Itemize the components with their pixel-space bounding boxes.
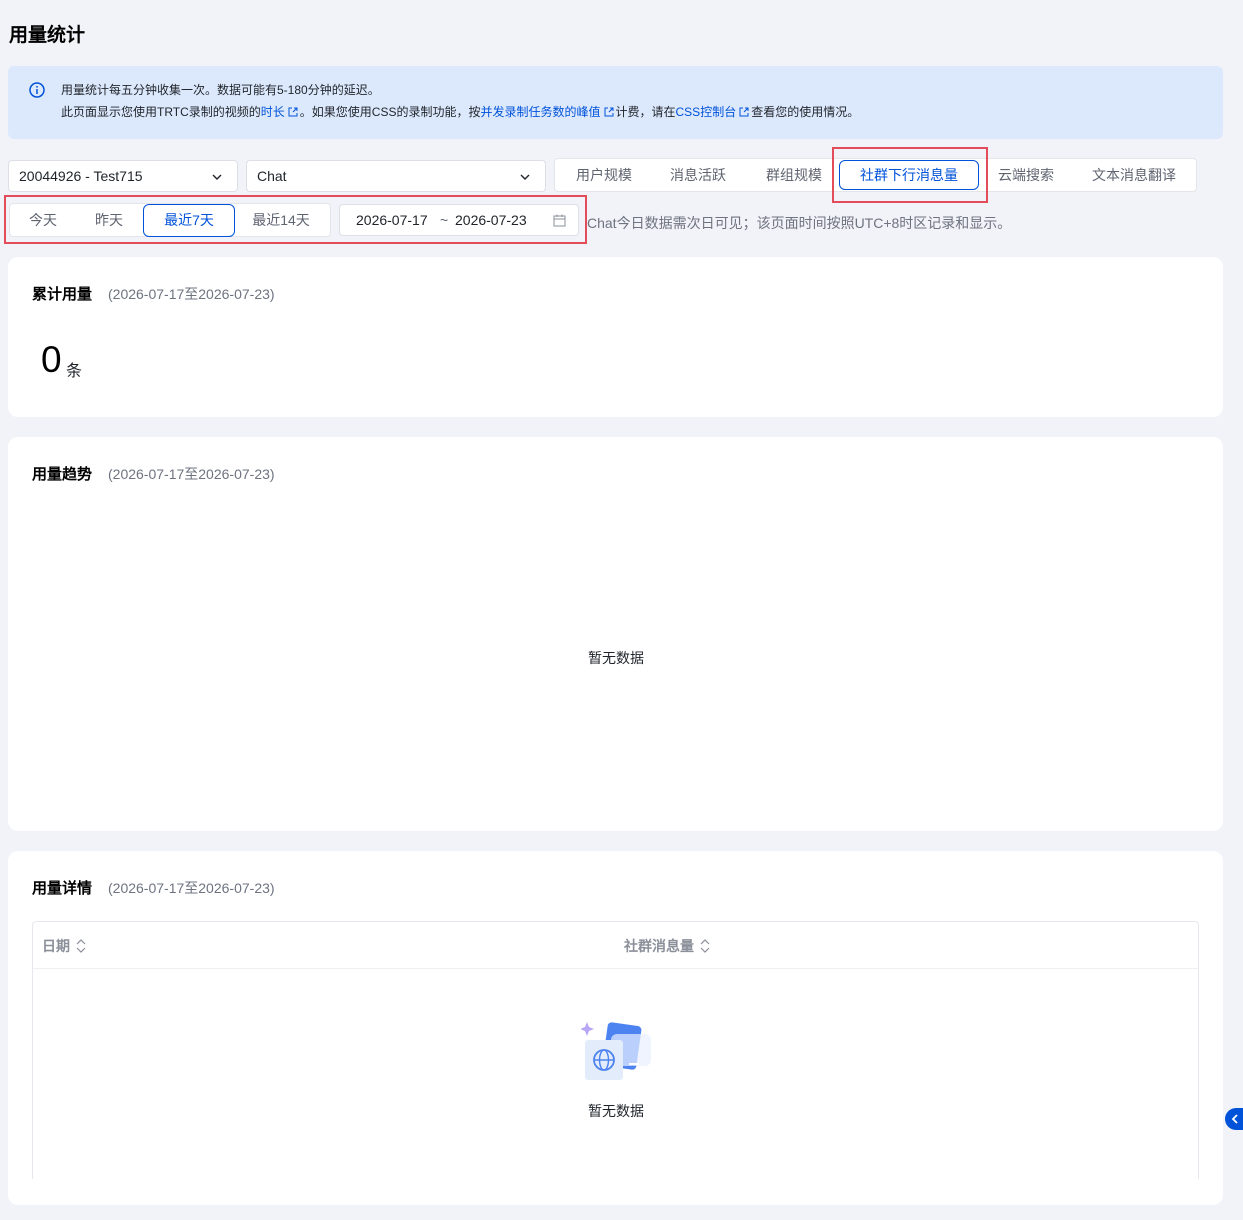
product-select-value: Chat <box>257 168 287 184</box>
external-link-icon <box>604 107 613 117</box>
column-label: 日期 <box>42 938 70 954</box>
range-yesterday[interactable]: 昨天 <box>76 204 142 236</box>
info-icon <box>29 82 45 98</box>
total-unit: 条 <box>66 363 83 380</box>
notice-line-1: 用量统计每五分钟收集一次。数据可能有5-180分钟的延迟。 <box>61 83 380 97</box>
total-usage-card: 累计用量 (2026-07-17至2026-07-23) 0 条 <box>8 257 1223 417</box>
range-last-14-days[interactable]: 最近14天 <box>238 204 324 236</box>
app-select[interactable]: 20044926 - Test715 <box>8 160 238 192</box>
page-title: 用量统计 <box>9 25 86 46</box>
app-select-value: 20044926 - Test715 <box>19 168 143 184</box>
tab-cloud-search[interactable]: 云端搜索 <box>987 159 1065 191</box>
empty-state-text: 暂无数据 <box>588 650 644 666</box>
css-console-link[interactable]: CSS控制台 <box>676 105 737 119</box>
empty-state-text: 暂无数据 <box>588 1103 644 1119</box>
duration-link[interactable]: 时长 <box>261 105 285 119</box>
tab-message-activity[interactable]: 消息活跃 <box>659 159 737 191</box>
range-last-7-days[interactable]: 最近7天 <box>143 204 235 237</box>
metric-tabs: 用户规模 消息活跃 群组规模 社群下行消息量 云端搜索 文本消息翻译 <box>554 158 1197 192</box>
product-select[interactable]: Chat <box>246 160 546 192</box>
usage-detail-card: 用量详情 (2026-07-17至2026-07-23) 日期 社群消息量 暂无… <box>8 851 1223 1205</box>
total-value: 0 <box>41 339 62 380</box>
range-tabs: 今天 昨天 最近7天 最近14天 <box>9 203 331 237</box>
external-link-icon <box>288 107 298 117</box>
tab-community-downstream[interactable]: 社群下行消息量 <box>839 160 979 190</box>
date-separator: ~ <box>440 212 449 228</box>
tab-text-translation[interactable]: 文本消息翻译 <box>1081 159 1187 191</box>
empty-data-illustration-icon <box>581 1022 651 1080</box>
calendar-icon <box>553 214 566 227</box>
sidebar-collapse-button[interactable] <box>1225 1108 1243 1130</box>
tab-group-scale[interactable]: 群组规模 <box>755 159 833 191</box>
card-title: 累计用量 <box>32 286 93 303</box>
column-date[interactable]: 日期 <box>42 936 86 956</box>
column-community-messages[interactable]: 社群消息量 <box>624 936 710 956</box>
timezone-note: Chat今日数据需次日可见；该页面时间按照UTC+8时区记录和显示。 <box>587 215 1012 231</box>
column-label: 社群消息量 <box>624 938 694 954</box>
range-today[interactable]: 今天 <box>10 204 76 236</box>
notice-text: 查看您的使用情况。 <box>751 105 860 119</box>
chevron-down-icon <box>520 174 530 180</box>
notice-text: 此页面显示您使用TRTC录制的视频的 <box>61 105 261 119</box>
card-date-range: (2026-07-17至2026-07-23) <box>108 286 275 302</box>
chevron-down-icon <box>212 174 222 180</box>
card-date-range: (2026-07-17至2026-07-23) <box>108 880 275 896</box>
card-title: 用量趋势 <box>32 466 93 483</box>
sort-icon <box>700 939 710 953</box>
usage-trend-card: 用量趋势 (2026-07-17至2026-07-23) 暂无数据 <box>8 437 1223 831</box>
date-range-picker[interactable]: 2026-07-17 ~ 2026-07-23 <box>339 204 579 236</box>
table-header: 日期 社群消息量 <box>33 922 1198 969</box>
notice-line-2: 此页面显示您使用TRTC录制的视频的时长 。如果您使用CSS的录制功能，按并发录制… <box>61 101 859 123</box>
usage-detail-table: 日期 社群消息量 暂无数据 <box>32 921 1199 1179</box>
date-end: 2026-07-23 <box>455 212 527 228</box>
external-link-icon <box>739 107 749 117</box>
date-start: 2026-07-17 <box>356 212 428 228</box>
card-date-range: (2026-07-17至2026-07-23) <box>108 466 275 482</box>
notice-text: 。如果您使用CSS的录制功能，按 <box>299 105 481 119</box>
tab-user-scale[interactable]: 用户规模 <box>565 159 643 191</box>
chevron-left-icon <box>1231 1114 1238 1124</box>
peak-concurrency-link[interactable]: 并发录制任务数的峰值 <box>480 105 600 119</box>
notice-text: 计费，请在 <box>615 105 676 119</box>
card-title: 用量详情 <box>32 880 93 897</box>
info-notice: 用量统计每五分钟收集一次。数据可能有5-180分钟的延迟。 此页面显示您使用TR… <box>8 66 1223 139</box>
sort-icon <box>76 939 86 953</box>
